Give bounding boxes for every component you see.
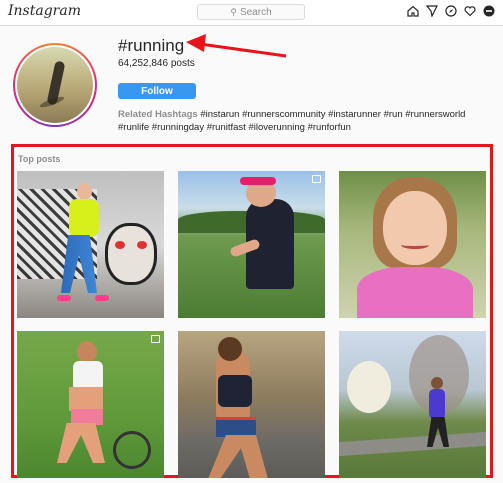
related-hashtags-label: Related Hashtags	[118, 109, 198, 120]
related-hashtags: Related Hashtags #instarun #runnerscommu…	[118, 108, 490, 134]
follow-button[interactable]: Follow	[118, 83, 196, 99]
hashtag-avatar	[13, 43, 97, 127]
top-post-1[interactable]	[17, 171, 164, 318]
red-arrow-annotation	[186, 34, 287, 58]
home-icon[interactable]	[407, 5, 419, 17]
top-post-3[interactable]	[339, 171, 486, 318]
hashtag-title: #running	[118, 36, 185, 55]
search-input[interactable]: ⚲ Search	[197, 4, 305, 20]
instagram-logo[interactable]: Instagram	[8, 3, 81, 19]
post-count: 64,252,846 posts	[118, 58, 195, 69]
explore-icon[interactable]	[445, 5, 457, 17]
search-icon: ⚲	[230, 6, 237, 17]
top-navigation-bar: Instagram ⚲ Search	[0, 0, 503, 26]
multiple-media-icon	[151, 335, 160, 343]
top-posts-label: Top posts	[18, 154, 61, 164]
profile-icon[interactable]	[483, 5, 495, 17]
activity-icon[interactable]	[464, 5, 476, 17]
multiple-media-icon	[312, 175, 321, 183]
top-post-5[interactable]	[178, 331, 325, 478]
direct-icon[interactable]	[426, 5, 438, 17]
top-post-2[interactable]	[178, 171, 325, 318]
top-post-6[interactable]	[339, 331, 486, 478]
top-post-4[interactable]	[17, 331, 164, 478]
avatar-image	[17, 47, 93, 123]
nav-icons	[407, 5, 495, 17]
search-placeholder: Search	[239, 6, 272, 18]
